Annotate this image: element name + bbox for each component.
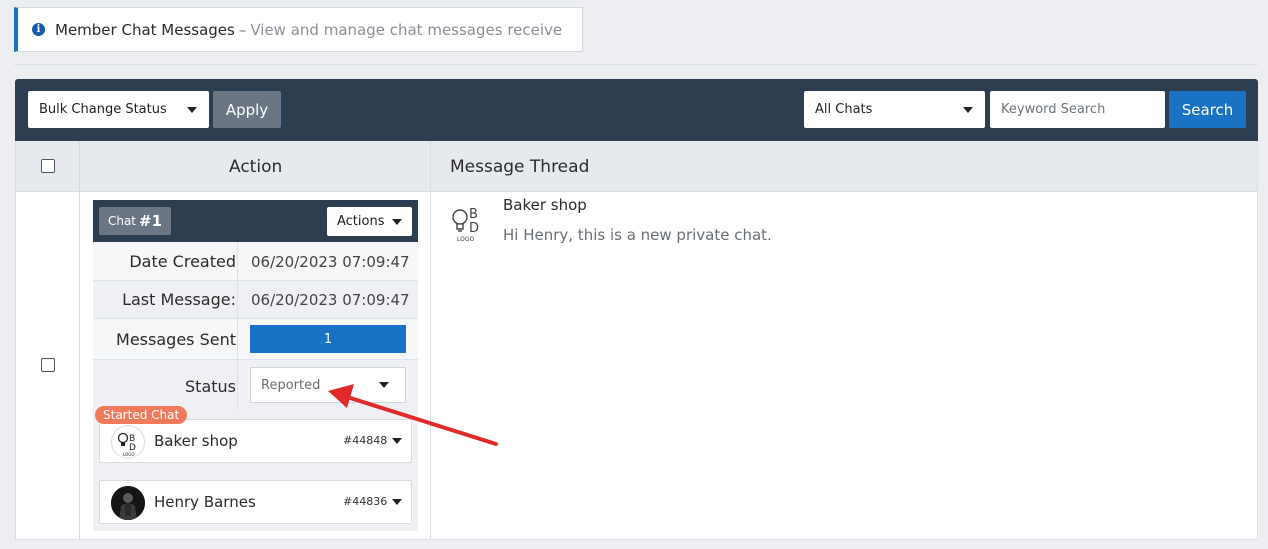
- column-divider: [79, 141, 80, 539]
- filter-toolbar: Bulk Change Status Apply All Chats Keywo…: [15, 79, 1258, 141]
- detail-label: Messages Sent: [116, 330, 236, 349]
- row-separator: [237, 281, 238, 318]
- info-icon: i: [32, 23, 45, 36]
- table-header: [16, 141, 1257, 192]
- detail-value: 06/20/2023 07:09:47: [251, 253, 410, 271]
- svg-text:B: B: [469, 207, 478, 222]
- detail-row-last-message: Last Message: 06/20/2023 07:09:47: [93, 281, 418, 319]
- messages-sent-bar: 1: [250, 325, 406, 353]
- column-header-action: Action: [229, 156, 283, 177]
- select-all-checkbox[interactable]: [41, 159, 55, 173]
- chat-card: Chat #1 Actions Date Created 06/20/2023 …: [93, 200, 418, 531]
- actions-dropdown[interactable]: Actions: [327, 207, 412, 236]
- logo-icon: B D LOGO: [452, 207, 479, 243]
- detail-label: Last Message:: [122, 290, 236, 309]
- svg-text:LOGO: LOGO: [123, 452, 134, 457]
- member-item[interactable]: B D LOGO Baker shop #44848: [99, 419, 412, 463]
- chevron-down-icon: [392, 218, 402, 225]
- title-separator: –: [238, 20, 247, 39]
- column-header-thread: Message Thread: [450, 156, 590, 177]
- svg-text:D: D: [469, 221, 479, 236]
- chat-badge-number: #1: [139, 212, 163, 230]
- search-button[interactable]: Search: [1169, 91, 1246, 128]
- chevron-down-icon: [187, 106, 197, 113]
- actions-label: Actions: [337, 214, 385, 229]
- member-name: Baker shop: [154, 432, 238, 450]
- thread-sender: Baker shop: [503, 196, 587, 214]
- member-id: #44848: [343, 434, 388, 447]
- logo-avatar: B D LOGO: [111, 425, 145, 459]
- chat-number-badge: Chat #1: [99, 207, 171, 235]
- chat-table: Action Message Thread Chat #1 Actions Da…: [15, 141, 1258, 540]
- chevron-down-icon: [963, 106, 973, 113]
- chat-filter-select[interactable]: All Chats: [804, 91, 985, 128]
- chat-badge-prefix: Chat: [107, 214, 137, 228]
- chat-filter-label: All Chats: [815, 102, 873, 117]
- chevron-down-icon: [379, 382, 389, 388]
- chevron-down-icon[interactable]: [392, 499, 402, 505]
- detail-row-status: Status Reported: [93, 360, 418, 410]
- bulk-status-select[interactable]: Bulk Change Status: [28, 91, 209, 128]
- detail-value: 06/20/2023 07:09:47: [251, 291, 410, 309]
- detail-label: Status: [185, 377, 236, 396]
- detail-label: Date Created: [129, 252, 236, 271]
- row-separator: [237, 360, 238, 410]
- logo-text: LOGO: [457, 236, 475, 243]
- member-id: #44836: [343, 495, 388, 508]
- page-notice: i Member Chat Messages – View and manage…: [14, 7, 583, 52]
- row-checkbox[interactable]: [41, 358, 55, 372]
- detail-row-messages-sent: Messages Sent 1: [93, 319, 418, 360]
- status-value: Reported: [261, 377, 321, 393]
- divider: [14, 64, 1258, 65]
- member-item[interactable]: Henry Barnes #44836: [99, 480, 412, 524]
- person-avatar: [111, 486, 145, 520]
- row-separator: [237, 242, 238, 280]
- apply-button[interactable]: Apply: [213, 91, 281, 128]
- bulk-status-label: Bulk Change Status: [39, 102, 167, 117]
- chevron-down-icon[interactable]: [392, 438, 402, 444]
- chat-card-header: Chat #1 Actions: [93, 200, 418, 242]
- row-separator: [237, 319, 238, 359]
- column-divider: [430, 141, 431, 539]
- thread-message: Hi Henry, this is a new private chat.: [503, 226, 772, 244]
- detail-row-date-created: Date Created 06/20/2023 07:09:47: [93, 242, 418, 281]
- member-name: Henry Barnes: [154, 493, 256, 511]
- started-chat-badge: Started Chat: [95, 406, 188, 424]
- keyword-search-input[interactable]: Keyword Search: [990, 91, 1165, 128]
- page-description: View and manage chat messages receive: [250, 20, 563, 39]
- status-select[interactable]: Reported: [250, 367, 406, 403]
- page-title: Member Chat Messages: [55, 20, 235, 39]
